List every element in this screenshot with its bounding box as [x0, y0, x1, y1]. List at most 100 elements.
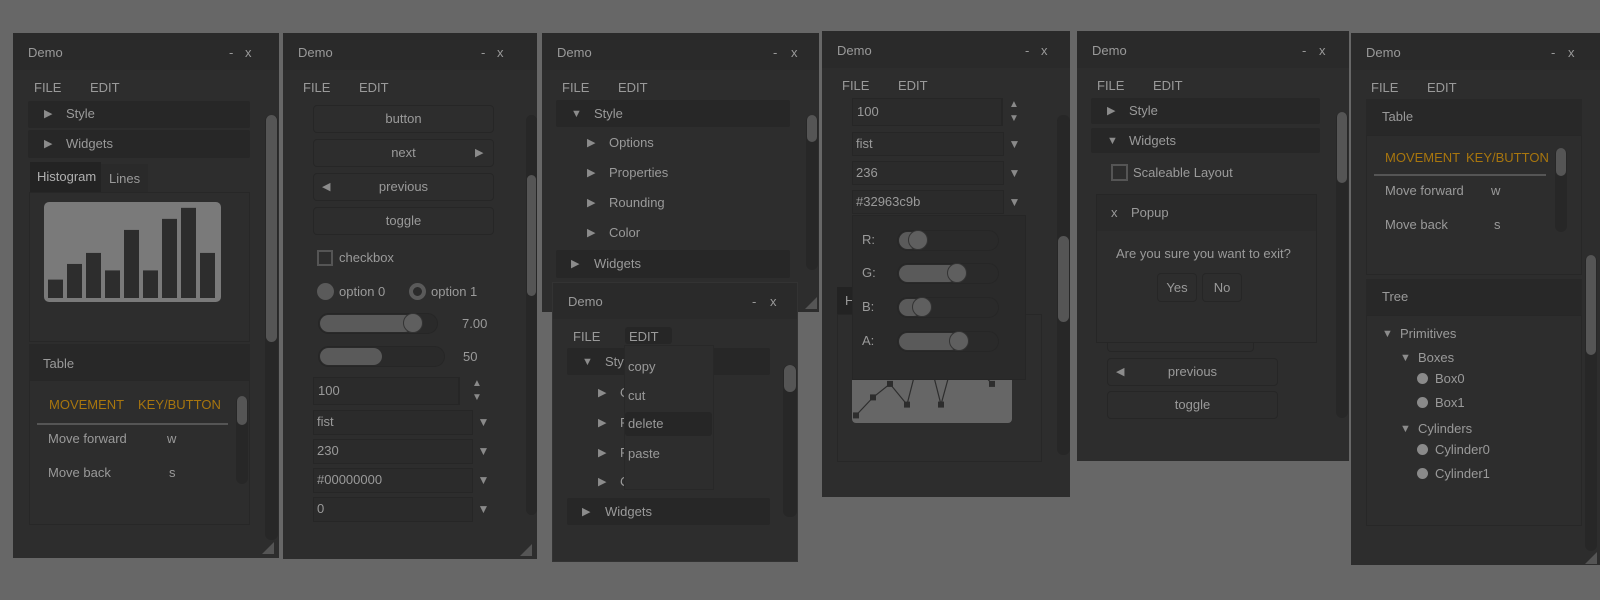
- no-button[interactable]: No: [1202, 273, 1242, 302]
- minimize-button[interactable]: -: [752, 294, 756, 310]
- menu-item-delete[interactable]: delete: [628, 416, 663, 432]
- increment-icon[interactable]: ▲: [1002, 98, 1025, 112]
- tree-leaf[interactable]: Cylinder1: [1435, 466, 1490, 482]
- checkbox[interactable]: [1111, 164, 1128, 181]
- tree-leaf[interactable]: Box0: [1435, 371, 1465, 387]
- close-button[interactable]: x: [770, 294, 777, 310]
- chevron-down-icon[interactable]: ▼: [472, 468, 494, 493]
- chevron-down-icon[interactable]: ▼: [472, 410, 494, 435]
- tree-node-cylinders[interactable]: Cylinders: [1418, 421, 1472, 437]
- minimize-button[interactable]: -: [1025, 43, 1029, 59]
- window-scrollbar-thumb[interactable]: [1058, 236, 1069, 322]
- menu-edit[interactable]: EDIT: [898, 78, 928, 94]
- combo-box[interactable]: [852, 161, 1025, 185]
- table-scrollbar-thumb[interactable]: [1556, 148, 1566, 176]
- tree-node-options[interactable]: Options: [609, 135, 654, 151]
- popup-close-button[interactable]: x: [1111, 205, 1118, 221]
- combo-box[interactable]: [852, 132, 1025, 156]
- window-scrollbar-thumb[interactable]: [1337, 112, 1347, 183]
- menu-file[interactable]: FILE: [34, 80, 61, 96]
- tree-node-boxes[interactable]: Boxes: [1418, 350, 1454, 366]
- close-button[interactable]: x: [497, 45, 504, 61]
- tree-leaf[interactable]: Box1: [1435, 395, 1465, 411]
- slider-knob[interactable]: [912, 297, 933, 317]
- menu-file[interactable]: FILE: [1097, 78, 1124, 94]
- combo-box[interactable]: [313, 497, 494, 522]
- close-button[interactable]: x: [1568, 45, 1575, 61]
- window-scrollbar-thumb[interactable]: [1586, 255, 1596, 355]
- previous-button[interactable]: previous: [1107, 358, 1278, 386]
- toggle-button[interactable]: toggle: [1107, 391, 1278, 419]
- menu-file[interactable]: FILE: [562, 80, 589, 96]
- menu-edit[interactable]: EDIT: [1427, 80, 1457, 96]
- menu-file[interactable]: FILE: [573, 329, 600, 345]
- menu-edit[interactable]: EDIT: [359, 80, 389, 96]
- menu-item-cut[interactable]: cut: [628, 388, 645, 404]
- window-scrollbar-thumb[interactable]: [784, 365, 796, 392]
- chevron-down-icon[interactable]: ▼: [1003, 132, 1025, 156]
- slider-knob[interactable]: [402, 313, 423, 333]
- resize-handle-icon[interactable]: [520, 544, 532, 556]
- widgets-header[interactable]: [567, 498, 770, 525]
- next-button[interactable]: next: [313, 139, 494, 167]
- menu-item-copy[interactable]: copy: [628, 359, 655, 375]
- triangle-down-icon: ▼: [582, 356, 593, 368]
- tree-node-primitives[interactable]: Primitives: [1400, 326, 1456, 342]
- radio-option-0[interactable]: [317, 283, 334, 300]
- minimize-button[interactable]: -: [1551, 45, 1555, 61]
- chevron-down-icon[interactable]: ▼: [472, 439, 494, 464]
- tree-node-color[interactable]: Color: [609, 225, 640, 241]
- combo-box[interactable]: [313, 410, 494, 435]
- button[interactable]: button: [313, 105, 494, 133]
- slider-knob[interactable]: [946, 263, 967, 283]
- close-button[interactable]: x: [245, 45, 252, 61]
- decrement-icon[interactable]: ▼: [1002, 112, 1025, 126]
- tree-node-rounding[interactable]: Rounding: [609, 195, 665, 211]
- widgets-header[interactable]: [1091, 128, 1320, 153]
- radio-option-1-selected[interactable]: [409, 283, 426, 300]
- widgets-header[interactable]: [556, 250, 790, 278]
- triangle-right-icon: ▶: [587, 167, 596, 179]
- menu-item-paste[interactable]: paste: [628, 446, 660, 462]
- minimize-button[interactable]: -: [1302, 43, 1306, 59]
- minimize-button[interactable]: -: [229, 45, 233, 61]
- window-scrollbar-thumb[interactable]: [807, 115, 817, 142]
- style-header[interactable]: [556, 100, 790, 127]
- previous-button[interactable]: previous: [313, 173, 494, 201]
- menu-edit[interactable]: EDIT: [90, 80, 120, 96]
- close-button[interactable]: x: [791, 45, 798, 61]
- window-scrollbar-thumb[interactable]: [527, 175, 536, 296]
- chevron-down-icon[interactable]: ▼: [1003, 190, 1025, 214]
- tree-node-properties[interactable]: Properties: [609, 165, 668, 181]
- checkbox[interactable]: [317, 250, 333, 266]
- widgets-header[interactable]: [28, 130, 250, 158]
- toggle-button[interactable]: toggle: [313, 207, 494, 235]
- tree-leaf[interactable]: Cylinder0: [1435, 442, 1490, 458]
- resize-handle-icon[interactable]: [1585, 552, 1597, 564]
- style-header[interactable]: [28, 101, 250, 128]
- table-scrollbar-thumb[interactable]: [237, 396, 247, 425]
- chevron-down-icon[interactable]: ▼: [472, 497, 494, 522]
- menu-edit[interactable]: EDIT: [618, 80, 648, 96]
- slider-knob[interactable]: [948, 331, 969, 351]
- minimize-button[interactable]: -: [773, 45, 777, 61]
- menu-edit[interactable]: EDIT: [1153, 78, 1183, 94]
- style-header[interactable]: [1091, 98, 1320, 124]
- increment-icon[interactable]: ▲: [459, 377, 494, 391]
- chevron-down-icon[interactable]: ▼: [1003, 161, 1025, 185]
- histogram-bar: [67, 263, 82, 298]
- close-button[interactable]: x: [1041, 43, 1048, 59]
- menu-edit[interactable]: EDIT: [629, 329, 659, 345]
- decrement-icon[interactable]: ▼: [459, 391, 494, 405]
- combo-box[interactable]: [313, 439, 494, 464]
- resize-handle-icon[interactable]: [262, 542, 274, 554]
- resize-handle-icon[interactable]: [805, 297, 817, 309]
- yes-button[interactable]: Yes: [1157, 273, 1197, 302]
- menu-file[interactable]: FILE: [303, 80, 330, 96]
- menu-file[interactable]: FILE: [1371, 80, 1398, 96]
- close-button[interactable]: x: [1319, 43, 1326, 59]
- window-scrollbar-thumb[interactable]: [266, 115, 277, 342]
- minimize-button[interactable]: -: [481, 45, 485, 61]
- menu-file[interactable]: FILE: [842, 78, 869, 94]
- property-value: 100: [857, 104, 879, 119]
